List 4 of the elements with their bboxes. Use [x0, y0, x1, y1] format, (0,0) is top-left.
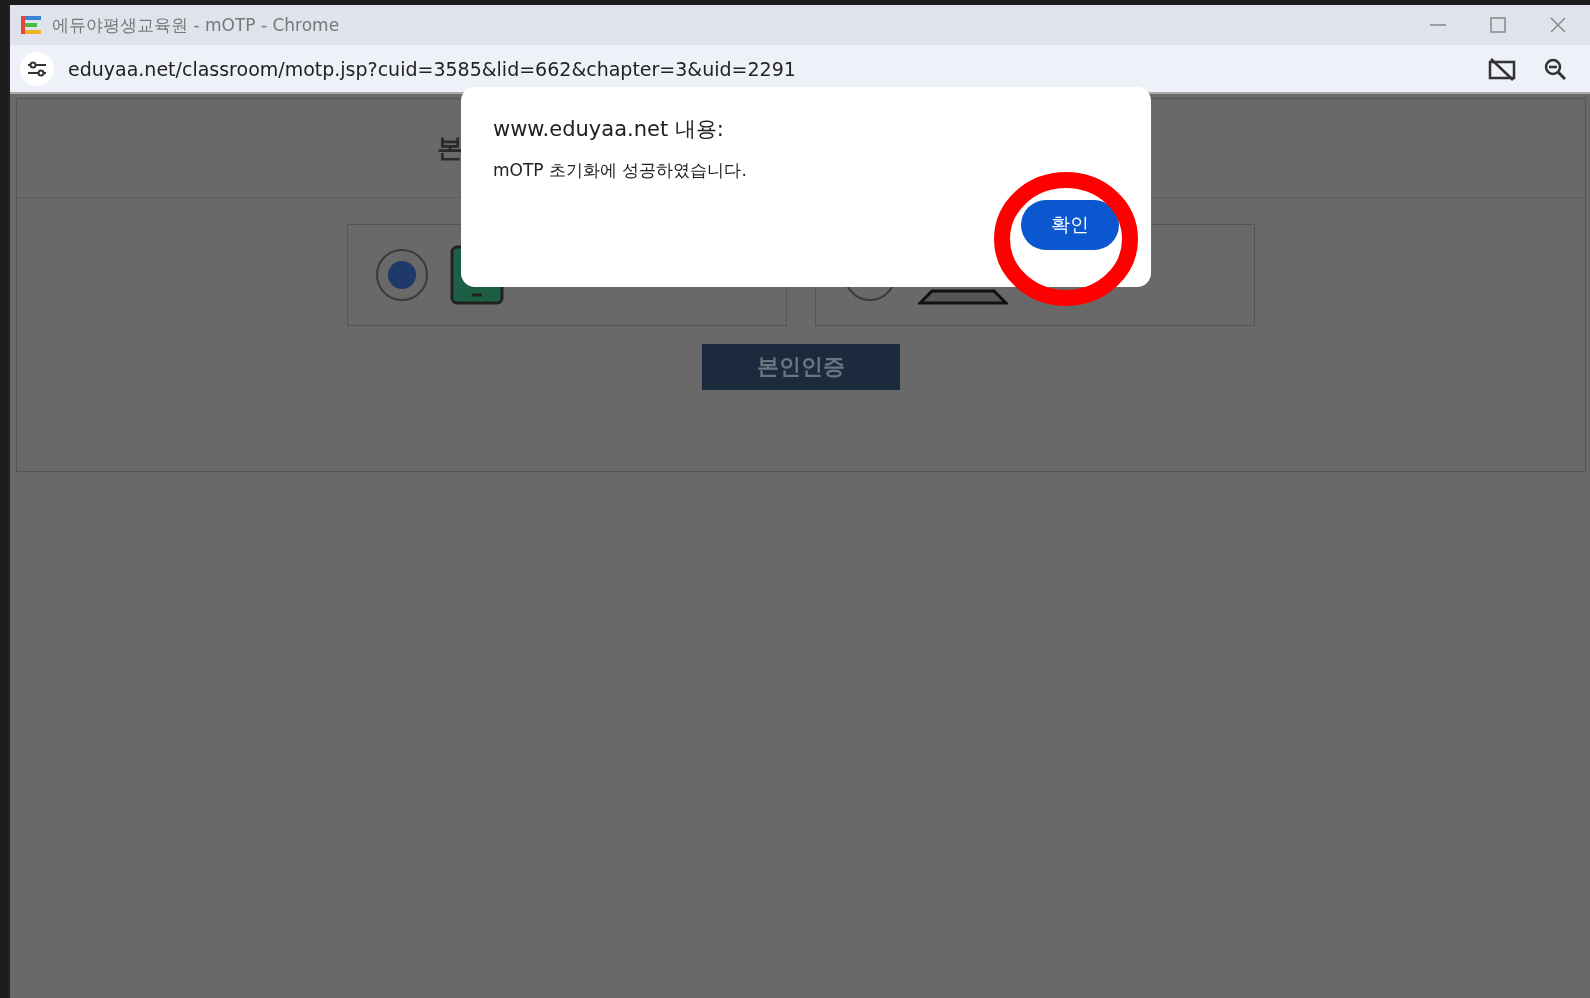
dialog-title: www.eduyaa.net 내용: — [493, 116, 725, 143]
page-heading: 본 — [437, 131, 463, 165]
window-title: 에듀야평생교육원 - mOTP - Chrome — [52, 13, 341, 37]
dialog-message: mOTP 초기화에 성공하였습니다. — [493, 159, 748, 182]
